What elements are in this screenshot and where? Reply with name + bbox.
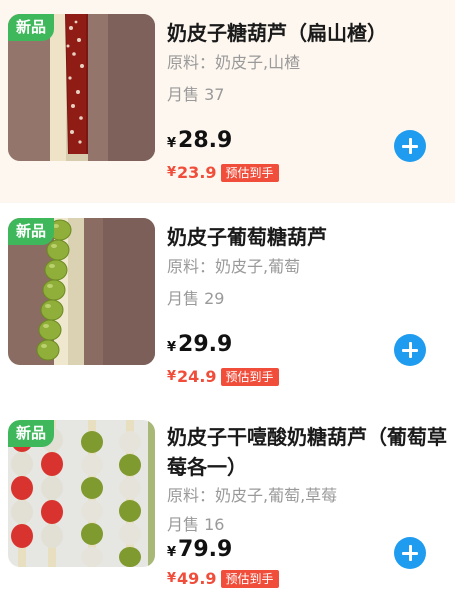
product-price: ¥29.9 <box>167 332 232 357</box>
product-price: ¥28.9 <box>167 128 232 153</box>
promo-tag: 预估到手 <box>220 569 279 588</box>
new-badge: 新品 <box>8 14 54 41</box>
product-image[interactable]: 新品 <box>8 14 155 161</box>
add-to-cart-button[interactable] <box>394 537 426 569</box>
product-item[interactable]: 新品 奶皮子糖葫芦（扁山楂） 原料：奶皮子,山楂 月售 37 ¥28.9 ¥ 2… <box>0 0 455 203</box>
add-to-cart-button[interactable] <box>394 130 426 162</box>
new-badge: 新品 <box>8 218 54 245</box>
price-value: 28.9 <box>178 128 233 153</box>
promo-currency: ¥ <box>167 369 177 384</box>
product-price: ¥79.9 <box>167 537 232 562</box>
add-to-cart-button[interactable] <box>394 334 426 366</box>
product-item[interactable]: 新品 奶皮子葡萄糖葫芦 原料：奶皮子,葡萄 月售 29 ¥29.9 ¥ 24.9… <box>0 204 455 407</box>
promo-currency: ¥ <box>167 165 177 180</box>
product-ingredients: 原料：奶皮子,葡萄,草莓 <box>167 486 338 505</box>
product-ingredients: 原料：奶皮子,葡萄 <box>167 257 301 276</box>
promo-tag: 预估到手 <box>220 367 279 386</box>
promo-price-value: 23.9 <box>177 163 217 182</box>
product-item[interactable]: 新品 奶皮子干噎酸奶糖葫芦（葡萄草莓各一） 原料：奶皮子,葡萄,草莓 月售 16… <box>0 406 455 595</box>
currency-symbol: ¥ <box>167 136 177 151</box>
promo-price-value: 24.9 <box>177 367 217 386</box>
promo-price: ¥ 24.9 预估到手 <box>167 367 279 386</box>
promo-price: ¥ 49.9 预估到手 <box>167 569 279 588</box>
price-value: 29.9 <box>178 332 233 357</box>
promo-price: ¥ 23.9 预估到手 <box>167 163 279 182</box>
product-list: 新品 奶皮子糖葫芦（扁山楂） 原料：奶皮子,山楂 月售 37 ¥28.9 ¥ 2… <box>0 0 455 595</box>
product-title[interactable]: 奶皮子干噎酸奶糖葫芦（葡萄草莓各一） <box>167 422 447 482</box>
price-value: 79.9 <box>178 537 233 562</box>
promo-price-value: 49.9 <box>177 569 217 588</box>
promo-currency: ¥ <box>167 571 177 586</box>
currency-symbol: ¥ <box>167 545 177 560</box>
product-title[interactable]: 奶皮子糖葫芦（扁山楂） <box>167 18 447 48</box>
product-ingredients: 原料：奶皮子,山楂 <box>167 53 301 72</box>
promo-tag: 预估到手 <box>220 163 279 182</box>
monthly-sales: 月售 29 <box>167 289 225 308</box>
monthly-sales: 月售 37 <box>167 85 225 104</box>
product-title[interactable]: 奶皮子葡萄糖葫芦 <box>167 222 447 252</box>
monthly-sales: 月售 16 <box>167 515 225 534</box>
new-badge: 新品 <box>8 420 54 447</box>
currency-symbol: ¥ <box>167 340 177 355</box>
product-image[interactable]: 新品 <box>8 218 155 365</box>
product-image[interactable]: 新品 <box>8 420 155 567</box>
